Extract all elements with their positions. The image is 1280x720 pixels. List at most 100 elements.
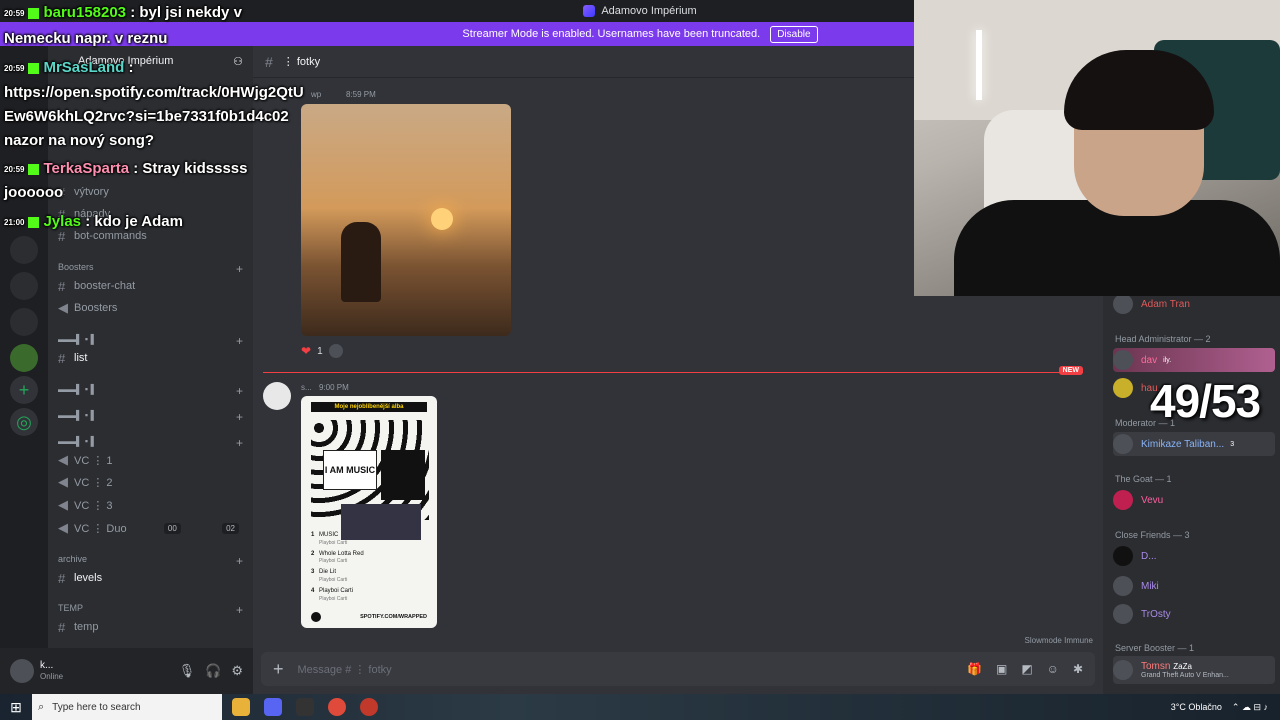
- channel-label: VC ⋮ 1: [74, 454, 113, 467]
- gift-icon[interactable]: 🎁: [967, 662, 982, 676]
- gear-icon[interactable]: ⚙: [231, 663, 243, 679]
- chat-line: https://open.spotify.com/track/0HWjg2QtU: [4, 84, 304, 101]
- message-timestamp: 8:59 PM: [346, 90, 376, 99]
- member-item[interactable]: Miki: [1113, 574, 1275, 598]
- add-channel-icon[interactable]: +: [236, 436, 243, 450]
- app-icon[interactable]: [360, 698, 378, 716]
- category-hidden[interactable]: ▬▬▌ ▪ ▌ +: [58, 436, 243, 450]
- chat-line: 20:59 TerkaSparta : Stray kidsssss: [4, 160, 248, 177]
- member-item[interactable]: Tomsn ZaZa Grand Theft Auto V Enhan...: [1113, 656, 1275, 684]
- server-icon[interactable]: [10, 308, 38, 336]
- category-label: ▬▬▌ ▪ ▌: [58, 334, 97, 344]
- member-item[interactable]: Kimikaze Taliban... 3: [1113, 432, 1275, 456]
- avatar[interactable]: [263, 382, 291, 410]
- add-channel-icon[interactable]: +: [236, 554, 243, 568]
- kick-icon: [28, 62, 40, 74]
- file-explorer-icon[interactable]: [232, 698, 250, 716]
- speaker-icon: ◀: [58, 497, 68, 512]
- photo-attachment[interactable]: [301, 104, 511, 336]
- server-icon[interactable]: [10, 236, 38, 264]
- member-item[interactable]: TrOsty: [1113, 602, 1275, 626]
- apps-icon[interactable]: ✱: [1073, 662, 1083, 676]
- discover-icon[interactable]: ◎: [10, 408, 38, 436]
- message-composer[interactable]: + Message # ⋮ fotky 🎁 ▣ ◩ ☺ ✱: [261, 652, 1095, 686]
- user-name: k...: [40, 660, 54, 672]
- reaction-bar: ❤ 1: [301, 344, 343, 358]
- member-name: Vevu: [1141, 494, 1164, 506]
- category-temp[interactable]: TEMP +: [58, 603, 243, 617]
- windows-start-icon[interactable]: ⊞: [0, 699, 32, 716]
- add-server-icon[interactable]: +: [10, 376, 38, 404]
- avatar[interactable]: [10, 659, 34, 683]
- speaker-icon: ◀: [58, 452, 68, 467]
- member-item[interactable]: Adam Tran: [1113, 296, 1275, 316]
- category-hidden[interactable]: ▬▬▌ ▪ ▌ +: [58, 410, 243, 424]
- user-panel: k... Online 🎙 🎧 ⚙: [0, 648, 253, 694]
- category-hidden[interactable]: ▬▬▌ ▪ ▌ +: [58, 384, 243, 398]
- emoji-icon[interactable]: ☺: [1047, 662, 1059, 676]
- voice-channel-2[interactable]: ◀ VC ⋮ 2: [58, 472, 243, 492]
- add-reaction-icon[interactable]: [328, 344, 343, 358]
- message-input[interactable]: Message # ⋮ fotky: [298, 663, 392, 676]
- streamer-mode-text: Streamer Mode is enabled. Usernames have…: [462, 28, 761, 40]
- member-item[interactable]: D...: [1113, 544, 1275, 568]
- channel-list[interactable]: # list: [58, 348, 243, 368]
- wrapped-card-image[interactable]: Moje nejoblíbenější alba I AM MUSIC 1 MUS…: [301, 396, 437, 628]
- member-name: Kimikaze Taliban...: [1141, 438, 1225, 450]
- track-list: 1 MUSIC Playboi Carti 2 Whole Lotta Red Play…: [311, 532, 364, 606]
- headphones-icon[interactable]: 🎧: [205, 663, 221, 679]
- channel-vytvory[interactable]: # výtvory: [58, 182, 243, 202]
- channel-label: VC ⋮ 3: [74, 499, 113, 512]
- channel-boosters-voice[interactable]: ◀ Boosters: [58, 298, 243, 318]
- add-channel-icon[interactable]: +: [236, 262, 243, 276]
- message-author[interactable]: wp: [311, 90, 321, 99]
- gif-icon[interactable]: ▣: [996, 662, 1007, 676]
- hash-icon: #: [58, 278, 66, 294]
- member-item[interactable]: dav ily.: [1113, 348, 1275, 372]
- windows-taskbar: ⊞ ⌕ Type here to search 3°C Oblačno ⌃ ☁ …: [0, 694, 1280, 720]
- message-author[interactable]: s...: [301, 383, 312, 392]
- category-hidden[interactable]: ▬▬▌ ▪ ▌ +: [58, 334, 243, 348]
- disable-streamer-button[interactable]: Disable: [770, 25, 818, 43]
- slowmode-indicator: Slowmode Immune: [1024, 636, 1093, 645]
- voice-channel-3[interactable]: ◀ VC ⋮ 3: [58, 495, 243, 515]
- channel-label: VC ⋮ 2: [74, 476, 113, 489]
- microphone-icon[interactable]: 🎙: [179, 663, 196, 679]
- channel-label: temp: [74, 621, 99, 633]
- channel-levels[interactable]: # levels: [58, 568, 243, 588]
- discord-icon[interactable]: [264, 698, 282, 716]
- channel-title: ⋮ fotky: [282, 56, 321, 68]
- taskbar-search[interactable]: ⌕ Type here to search: [32, 694, 222, 720]
- category-boosters[interactable]: Boosters +: [58, 262, 243, 276]
- add-channel-icon[interactable]: +: [236, 603, 243, 617]
- track-item: 2 Whole Lotta Red Playboi Carti: [311, 550, 364, 565]
- speaker-icon: ◀: [58, 520, 68, 535]
- attach-plus-icon[interactable]: +: [273, 659, 284, 680]
- channel-booster-chat[interactable]: # booster-chat: [58, 276, 243, 296]
- voice-channel-1[interactable]: ◀ VC ⋮ 1: [58, 450, 243, 470]
- obs-icon[interactable]: [296, 698, 314, 716]
- chat-line: 20:59 MrSasLand :: [4, 59, 134, 76]
- add-channel-icon[interactable]: +: [236, 410, 243, 424]
- tray-icons[interactable]: ⌃ ☁ ⊟ ♪: [1232, 702, 1268, 713]
- progress-counter: 49/53: [1150, 375, 1261, 427]
- member-item[interactable]: Vevu: [1113, 488, 1275, 512]
- chat-line: Ew6W6khLQ2rvc?si=1be7331f0b1d4c02: [4, 108, 289, 125]
- add-channel-icon[interactable]: +: [236, 334, 243, 348]
- server-icon[interactable]: [10, 344, 38, 372]
- add-channel-icon[interactable]: +: [236, 384, 243, 398]
- chat-line: nazor na nový song?: [4, 132, 155, 149]
- weather-status[interactable]: 3°C Oblačno: [1171, 702, 1222, 712]
- category-archive[interactable]: archive +: [58, 554, 243, 568]
- hash-icon: #: [58, 228, 66, 244]
- channel-label: Boosters: [74, 302, 118, 314]
- album-collage: I AM MUSIC: [311, 420, 429, 540]
- add-member-icon[interactable]: ⚇: [233, 55, 243, 68]
- voice-channel-duo[interactable]: ◀ VC ⋮ Duo 00 02: [58, 518, 243, 538]
- sticker-icon[interactable]: ◩: [1021, 662, 1032, 676]
- server-icon[interactable]: [10, 272, 38, 300]
- channel-temp[interactable]: # temp: [58, 617, 243, 637]
- new-messages-divider: [263, 372, 1083, 373]
- chrome-icon[interactable]: [328, 698, 346, 716]
- heart-icon[interactable]: ❤: [301, 344, 311, 358]
